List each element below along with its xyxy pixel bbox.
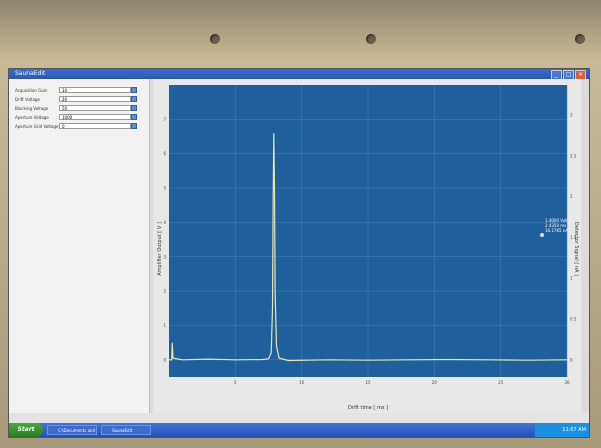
spin-button[interactable] [131,123,137,129]
y2-axis-title: Detector Signal [ nA ] [573,222,579,276]
spin-button[interactable] [131,105,137,111]
drift-voltage-field: Drift Voltage 20 [15,96,141,103]
spin-button[interactable] [131,87,137,93]
field-label: Blocking Voltage [15,106,49,111]
y2-tick-label: 3 [570,113,573,118]
acquisition-gain-field: Acquisition Gain 10 [15,87,141,94]
monitor-screw-icon [575,34,585,44]
blocking-voltage-input[interactable]: 50 [59,105,131,111]
aperture-voltage-field: Aperture Voltage 1000 [15,114,141,121]
x-tick-label: 20 [432,380,438,385]
aperture-voltage-input[interactable]: 1000 [59,114,131,120]
aperture-grid-voltage-field: Aperture Grid Voltage 0 [15,123,141,130]
y2-tick-label: 1 [570,276,573,281]
monitor-screw-icon [210,34,220,44]
monitor-top [0,0,601,60]
y-tick-label: 6 [163,151,166,156]
plot-area: 01234567 0 0.5 1 1.5 2 2.5 3 5 10 15 20 25 30 Ampli… [153,79,581,413]
y-tick-label: 5 [163,186,166,191]
y2-tick-label: 0.5 [570,317,577,322]
y-axis-ticks: 0 1 2 3 4 5 6 7 [163,117,166,362]
aperture-grid-voltage-input[interactable]: 0 [59,123,131,129]
taskbar-item-saunaedit[interactable]: SaunaEdit [101,425,151,435]
y-tick-label: 2 [163,289,166,294]
drift-voltage-input[interactable]: 20 [59,96,131,102]
field-label: Aperture Voltage [15,115,49,120]
x-tick-label: 5 [234,380,237,385]
y-tick-label: 1 [163,323,166,328]
acquisition-gain-input[interactable]: 10 [59,87,131,93]
start-button[interactable]: Start [9,423,43,437]
taskbar-item-explorer[interactable]: C:\Documents and S... [47,425,97,435]
y2-tick-label: 2 [570,194,573,199]
monitor-screw-icon [366,34,376,44]
field-label: Acquisition Gain [15,88,48,93]
spin-button[interactable] [131,96,137,102]
x-axis-title: Drift time [ ms ] [348,405,388,411]
annotation-current: 16.1765 nA [545,228,568,233]
window-title: SaunaEdit [15,70,46,77]
taskbar: Start C:\Documents and S... SaunaEdit 11… [9,423,589,437]
spin-button[interactable] [131,114,137,120]
x-tick-label: 15 [365,380,371,385]
field-label: Aperture Grid Voltage [15,124,59,129]
y-tick-label: 7 [163,117,166,122]
x-tick-label: 10 [299,380,305,385]
x-tick-label: 25 [498,380,504,385]
blocking-voltage-field: Blocking Voltage 50 [15,105,141,112]
parameter-panel: Acquisition Gain 10 Drift Voltage 20 Blo… [9,79,150,413]
y-tick-label: 0 [163,357,166,362]
drift-time-chart[interactable]: 01234567 00.511.522.53 5 10 15 20 25 30 Ampli… [153,79,581,413]
field-label: Drift Voltage [15,97,41,102]
y2-tick-label: 0 [570,357,573,362]
x-axis-ticks: 5 10 15 20 25 30 [234,380,570,385]
window-titlebar[interactable]: SaunaEdit _ □ × [9,69,589,80]
cursor-marker-icon[interactable] [540,233,544,237]
y2-tick-label: 2.5 [570,153,577,158]
y-tick-label: 4 [163,220,166,225]
y-axis-title: Amplifier Output [ V ] [157,222,163,276]
status-bar [9,413,589,423]
y-tick-label: 3 [163,254,166,259]
system-tray-clock: 11:07 AM [535,423,589,437]
x-tick-label: 30 [564,380,570,385]
screen: SaunaEdit _ □ × Acquisition Gain 10 Drif… [8,68,590,438]
